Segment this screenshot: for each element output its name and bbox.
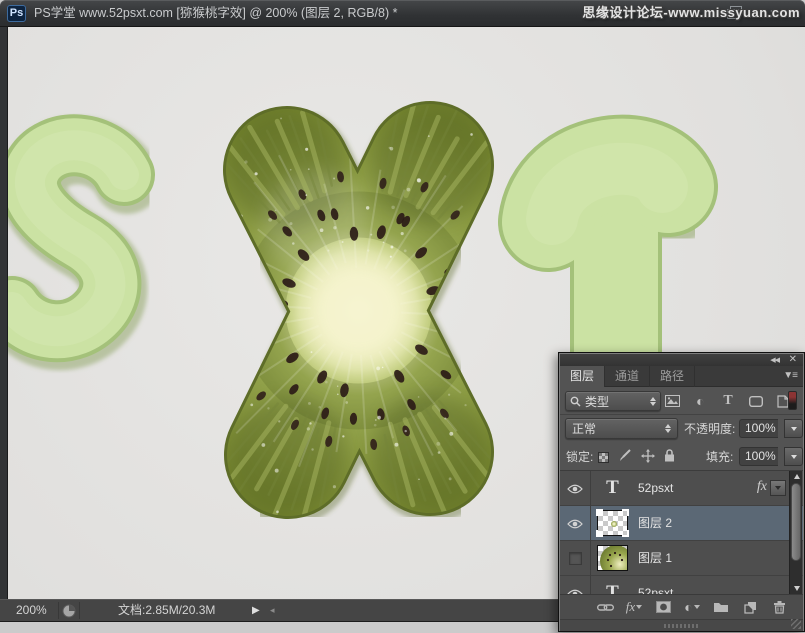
opacity-dropdown-button[interactable] (784, 419, 803, 438)
visibility-cell[interactable] (560, 541, 591, 576)
lock-all-icon[interactable] (664, 449, 675, 465)
blend-mode-value: 正常 (572, 420, 596, 437)
scroll-up-arrow[interactable] (790, 471, 803, 482)
filter-adjustment-layers-icon[interactable]: ◐ (692, 393, 710, 409)
status-flyout-arrow[interactable]: ▶ (252, 600, 260, 621)
eye-icon (567, 519, 583, 529)
visibility-cell[interactable] (560, 506, 591, 541)
filter-shape-layers-icon[interactable] (747, 393, 765, 409)
visibility-cell[interactable] (560, 576, 591, 594)
document-size-info: 文档:2.85M/20.3M (118, 600, 215, 621)
layer-row-layer2[interactable]: 图层 2 (560, 506, 803, 541)
layer-name[interactable]: 图层 1 (638, 541, 672, 576)
collapse-panel-icon[interactable]: ◀◀ (770, 355, 779, 366)
layer-list: T 52psxt fx 图层 2 (560, 471, 803, 594)
layer-name[interactable]: 52psxt (638, 471, 673, 506)
updown-arrows-icon (650, 397, 656, 406)
panel-resize-strip[interactable] (560, 619, 803, 631)
watermark-text: 思缘设计论坛-www.missyuan.com (582, 2, 800, 21)
panel-title-bar[interactable]: ◀◀ ✕ (560, 354, 803, 366)
status-divider-arrow: ◂ (270, 600, 275, 621)
text-layer-thumbnail[interactable]: T (597, 580, 628, 594)
pixel-layer-thumbnail[interactable] (597, 510, 628, 536)
add-layer-mask-icon[interactable] (654, 599, 672, 615)
layer-fx-badge[interactable]: fx (757, 479, 767, 495)
layer-row-layer1[interactable]: 图层 1 (560, 541, 803, 576)
layer-name[interactable]: 图层 2 (638, 506, 672, 541)
close-panel-icon[interactable]: ✕ (789, 354, 797, 366)
lock-position-icon[interactable] (641, 449, 655, 466)
text-layer-thumbnail[interactable]: T (597, 475, 628, 501)
panel-button-bar: fx ◐ (560, 594, 803, 619)
updown-arrows-icon (665, 424, 671, 433)
fx-collapse-button[interactable] (770, 480, 786, 496)
opacity-value[interactable]: 100% (739, 419, 778, 438)
zoom-level-field[interactable]: 200% (16, 600, 47, 621)
photoshop-app-icon: Ps (7, 5, 26, 22)
resize-grip-icon[interactable] (791, 619, 801, 629)
scroll-down-arrow[interactable] (790, 583, 803, 594)
layer-style-fx-icon[interactable]: fx (625, 599, 643, 615)
document-profile-icon (62, 604, 76, 618)
filter-type-layers-icon[interactable]: T (719, 393, 737, 409)
letter-s (12, 145, 127, 336)
layer-list-scrollbar[interactable] (789, 471, 802, 594)
letter-x-kiwi (190, 87, 530, 547)
visibility-cell[interactable] (560, 471, 591, 506)
filter-type-dropdown[interactable]: 类型 (565, 391, 661, 411)
blend-mode-dropdown[interactable]: 正常 (565, 418, 678, 439)
drag-handle-icon[interactable] (664, 624, 700, 628)
tab-channels[interactable]: 通道 (605, 366, 650, 387)
layer-row-52psxt-top[interactable]: T 52psxt fx (560, 471, 803, 506)
layer-row-52psxt-bottom[interactable]: T 52psxt (560, 576, 803, 594)
lock-label: 锁定: (566, 443, 593, 471)
opacity-label: 不透明度: (684, 415, 735, 443)
delete-layer-trash-icon[interactable] (770, 599, 788, 615)
filter-on-off-toggle[interactable] (788, 391, 797, 410)
blend-mode-row: 正常 不透明度: 100% (560, 415, 803, 443)
lock-row: 锁定: 填充: 100% (560, 443, 803, 471)
kiwi-layer-thumbnail[interactable] (597, 545, 628, 571)
layer-filter-row: 类型 ◐ T (560, 387, 803, 415)
new-layer-icon[interactable] (741, 599, 759, 615)
link-layers-icon[interactable] (596, 599, 614, 615)
lock-image-pixels-icon[interactable] (618, 449, 632, 465)
hidden-eye-checkbox[interactable] (569, 552, 582, 565)
status-icon-box[interactable] (58, 602, 80, 619)
lock-transparent-pixels-icon[interactable] (598, 452, 609, 463)
tab-layers[interactable]: 图层 (560, 366, 605, 387)
panel-tab-bar: 图层通道路径 ▼≡ (560, 366, 803, 387)
filter-pixel-layers-icon[interactable] (664, 393, 682, 409)
panel-menu-icon[interactable]: ▼≡ (783, 370, 797, 381)
tab-paths[interactable]: 路径 (650, 366, 695, 387)
eye-icon (567, 484, 583, 494)
new-adjustment-layer-icon[interactable]: ◐ (683, 599, 701, 615)
new-group-folder-icon[interactable] (712, 599, 730, 615)
layer-name[interactable]: 52psxt (638, 576, 673, 594)
layers-panel: ◀◀ ✕ 图层通道路径 ▼≡ 类型 ◐ T (558, 352, 805, 632)
scrollbar-thumb[interactable] (791, 483, 801, 561)
fill-label: 填充: (706, 443, 733, 471)
canvas-edge-frame (0, 27, 8, 599)
fill-value[interactable]: 100% (739, 447, 778, 466)
thumbnail-content (611, 521, 617, 527)
search-icon (570, 396, 581, 407)
fill-dropdown-button[interactable] (784, 447, 803, 466)
filter-type-label: 类型 (585, 393, 609, 410)
window-title: PS学堂 www.52psxt.com [猕猴桃字效] @ 200% (图层 2… (34, 0, 397, 27)
